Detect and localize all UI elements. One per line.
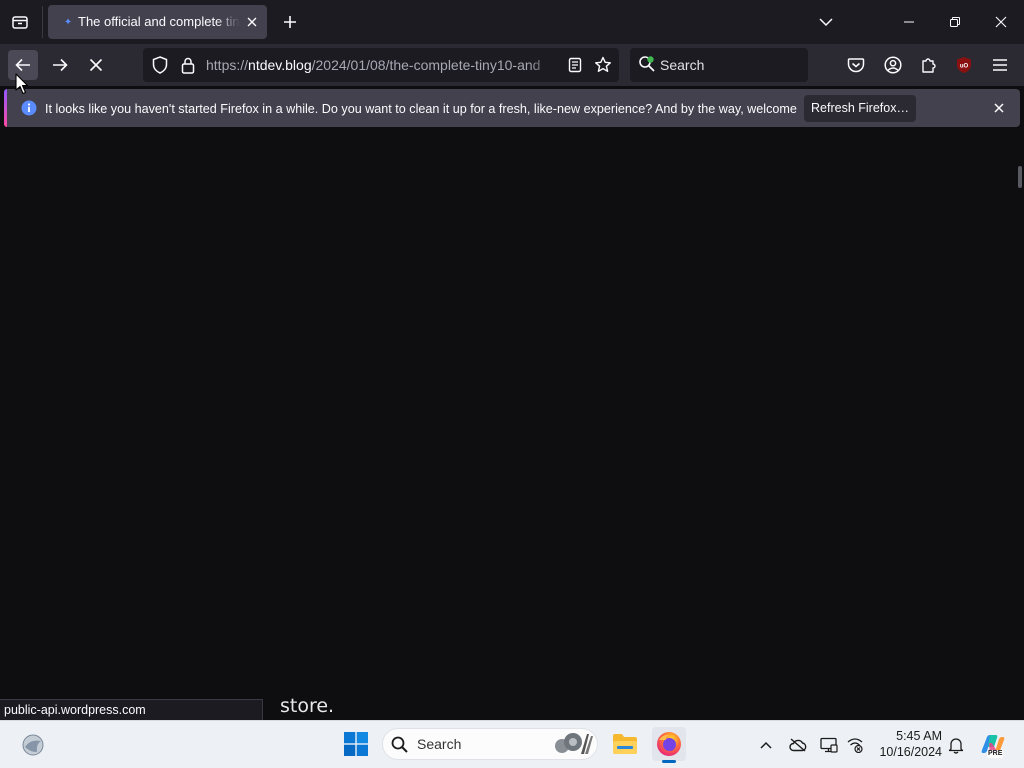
restore-button[interactable] bbox=[936, 6, 974, 38]
tab-separator bbox=[42, 6, 43, 38]
file-explorer-icon[interactable] bbox=[611, 731, 639, 757]
bookmark-star-icon[interactable] bbox=[592, 54, 614, 76]
search-bar[interactable] bbox=[630, 48, 808, 82]
account-icon[interactable] bbox=[881, 53, 905, 77]
firefox-taskbar-button[interactable] bbox=[652, 727, 686, 761]
chevron-up-icon[interactable] bbox=[756, 735, 776, 755]
lock-icon[interactable] bbox=[178, 55, 198, 75]
running-indicator bbox=[662, 760, 676, 763]
window-close-button[interactable] bbox=[982, 6, 1020, 38]
notification-accent bbox=[4, 89, 7, 127]
minimize-button[interactable] bbox=[890, 6, 928, 38]
close-icon bbox=[995, 16, 1007, 28]
url-text[interactable]: https://ntdev.blog/2024/01/08/the-comple… bbox=[206, 56, 556, 74]
ublock-icon[interactable]: uO bbox=[952, 53, 976, 77]
display-icon[interactable] bbox=[819, 735, 839, 755]
tab-overflow-button[interactable] bbox=[814, 10, 838, 34]
plus-icon bbox=[284, 16, 296, 28]
widgets-icon[interactable] bbox=[19, 731, 47, 759]
page-partial-text: store. bbox=[280, 695, 335, 717]
notification-bell-icon[interactable] bbox=[946, 735, 966, 755]
extensions-icon[interactable] bbox=[917, 53, 941, 77]
url-scheme: https:// bbox=[206, 57, 249, 73]
menu-icon[interactable] bbox=[988, 53, 1012, 77]
search-highlight-image bbox=[551, 730, 595, 758]
network-icon[interactable] bbox=[845, 735, 865, 755]
chevron-down-icon bbox=[819, 18, 833, 27]
search-engine-icon[interactable] bbox=[638, 55, 656, 73]
url-path: /2024/01/08/the-complete-tiny10-and bbox=[311, 57, 541, 73]
search-icon bbox=[390, 735, 408, 753]
tab-close-button[interactable] bbox=[242, 12, 262, 32]
scrollbar-thumb[interactable] bbox=[1018, 166, 1022, 188]
notification-close-button[interactable] bbox=[990, 99, 1008, 117]
mouse-cursor-icon bbox=[15, 73, 29, 95]
onedrive-icon[interactable] bbox=[788, 735, 808, 755]
list-all-tabs-button[interactable] bbox=[4, 6, 36, 38]
arrow-right-icon bbox=[53, 58, 68, 72]
taskbar-search-placeholder: Search bbox=[417, 736, 462, 752]
status-bar-link: public-api.wordpress.com bbox=[0, 699, 263, 720]
clock-time[interactable]: 5:45 AM bbox=[870, 728, 942, 744]
close-icon bbox=[247, 17, 257, 27]
tab-list-icon bbox=[12, 16, 28, 29]
svg-text:uO: uO bbox=[960, 64, 969, 70]
search-placeholder: Search bbox=[660, 57, 705, 73]
refresh-firefox-button[interactable]: Refresh Firefox… bbox=[804, 95, 916, 122]
tab-title: The official and complete tiny10 bbox=[78, 14, 240, 29]
restore-icon bbox=[950, 17, 960, 27]
start-icon bbox=[344, 732, 368, 756]
firefox-icon bbox=[657, 732, 681, 756]
stop-loading-button[interactable] bbox=[81, 50, 111, 80]
loading-dot-icon: ✦ bbox=[63, 16, 73, 28]
clock-date[interactable]: 10/16/2024 bbox=[870, 744, 942, 760]
info-icon bbox=[21, 100, 37, 116]
minimize-icon bbox=[904, 21, 914, 23]
arrow-left-icon bbox=[15, 58, 30, 72]
url-host: ntdev.blog bbox=[248, 57, 312, 73]
pocket-icon[interactable] bbox=[844, 53, 868, 77]
forward-button[interactable] bbox=[45, 50, 75, 80]
close-icon bbox=[994, 103, 1004, 113]
reader-view-icon[interactable] bbox=[565, 54, 585, 76]
notification-message: It looks like you haven't started Firefo… bbox=[45, 102, 797, 116]
tracking-protection-shield-icon[interactable] bbox=[150, 55, 170, 75]
copilot-preview-badge: PRE bbox=[987, 750, 1004, 758]
stop-icon bbox=[89, 58, 103, 72]
page-content[interactable] bbox=[0, 131, 1024, 720]
new-tab-button[interactable] bbox=[278, 10, 302, 34]
start-button[interactable] bbox=[342, 730, 370, 758]
